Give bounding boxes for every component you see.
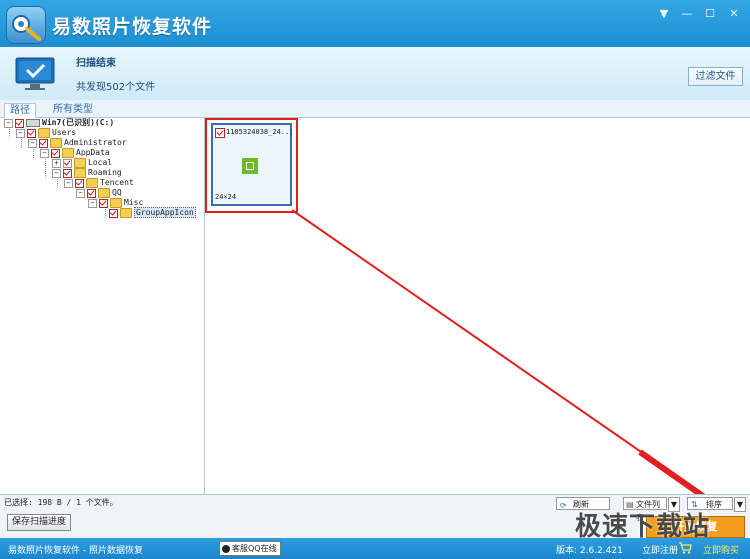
qq-icon [222,544,230,553]
status-app-name: 易数照片恢复软件 - 照片数据恢复 [8,546,143,556]
tree-item-drive-c[interactable]: − Win7(已识别)(C:) [4,118,114,128]
maximize-button[interactable]: ☐ [703,7,717,21]
title-bar: 易数照片恢复软件 ▼ — ☐ ✕ [0,0,750,47]
qq-support-button[interactable]: 客服QQ在线 [219,541,281,556]
highlight-box: 1105324038_24... 24×24 [205,118,298,213]
checkbox-icon[interactable] [27,128,36,138]
checkbox-icon[interactable] [63,158,72,168]
checkbox-icon[interactable] [39,138,48,148]
checkbox-icon[interactable] [215,128,225,138]
collapse-icon[interactable]: − [4,118,13,128]
thumbnail-dimensions: 24×24 [215,193,237,201]
close-button[interactable]: ✕ [727,7,741,21]
menu-icon[interactable]: ▼ [657,7,671,21]
checkbox-icon[interactable] [63,168,72,178]
tree-item-roaming[interactable]: − Roaming [52,168,122,178]
tree-item-tencent[interactable]: − Tencent [64,178,134,188]
folder-icon [74,168,86,178]
folder-icon [38,128,50,138]
thumbnail-filename: 1105324038_24... [226,128,294,136]
collapse-icon[interactable]: − [40,148,49,158]
checkbox-icon[interactable] [99,198,108,208]
tree-item-users[interactable]: − Users [16,128,76,138]
image-preview-icon [242,158,258,174]
folder-icon [120,208,132,218]
tree-item-qq[interactable]: − QQ [76,188,122,198]
tree-item-appdata[interactable]: − AppData [40,148,110,158]
tab-all-types[interactable]: 所有类型 [48,103,98,117]
scan-status-title: 扫描结束 [76,58,116,69]
tab-path[interactable]: 路径 [4,103,36,118]
app-logo-icon [6,6,46,44]
buy-now-link[interactable]: 立即购买 [703,543,739,556]
collapse-icon[interactable]: − [88,198,97,208]
tree-item-groupappicon[interactable]: GroupAppIcon [109,207,196,218]
status-bar: 易数照片恢复软件 - 照片数据恢复 客服QQ在线 版本: 2.6.2.421 立… [0,538,750,559]
version-label: 版本: 2.6.2.421 [556,546,623,556]
folder-tree: − Win7(已识别)(C:) − Users − Administrator − Ap… [0,118,205,494]
filter-files-button[interactable]: 过滤文件 [688,67,743,86]
app-title: 易数照片恢复软件 [52,16,213,38]
save-scan-progress-button[interactable]: 保存扫描进度 [7,514,71,531]
checkbox-icon[interactable] [51,148,60,158]
cart-icon [679,542,692,554]
folder-icon [74,158,86,168]
sort-dropdown[interactable]: ▼ [734,497,746,512]
checkbox-icon[interactable] [87,188,96,198]
folder-icon [62,148,74,158]
tab-bar: 路径 所有类型 [0,100,750,118]
scan-result-count: 共发现502个文件 [76,82,156,93]
collapse-icon[interactable]: − [76,188,85,198]
expand-icon[interactable]: + [52,158,61,168]
collapse-icon[interactable]: − [28,138,37,148]
collapse-icon[interactable]: − [64,178,73,188]
monitor-check-icon [15,57,55,90]
file-grid: 1105324038_24... 24×24 [205,118,750,494]
collapse-icon[interactable]: − [52,168,61,178]
drive-icon [26,119,40,127]
scan-banner: 扫描结束 共发现502个文件 过滤文件 [0,47,750,101]
folder-icon [98,188,110,198]
folder-icon [110,198,122,208]
tree-item-local[interactable]: + Local [52,158,112,168]
checkbox-icon[interactable] [15,118,24,128]
refresh-icon: ⟳ [560,501,567,510]
file-thumbnail[interactable]: 1105324038_24... 24×24 [211,123,294,206]
minimize-button[interactable]: — [680,7,694,21]
folder-icon [50,138,62,148]
checkbox-icon[interactable] [109,208,118,218]
selection-info: 已选择: 198 B / 1 个文件。 [4,498,118,507]
collapse-icon[interactable]: − [16,128,25,138]
register-link[interactable]: 立即注册 [642,543,678,556]
folder-icon [86,178,98,188]
checkbox-icon[interactable] [75,178,84,188]
tree-item-administrator[interactable]: − Administrator [28,138,127,148]
